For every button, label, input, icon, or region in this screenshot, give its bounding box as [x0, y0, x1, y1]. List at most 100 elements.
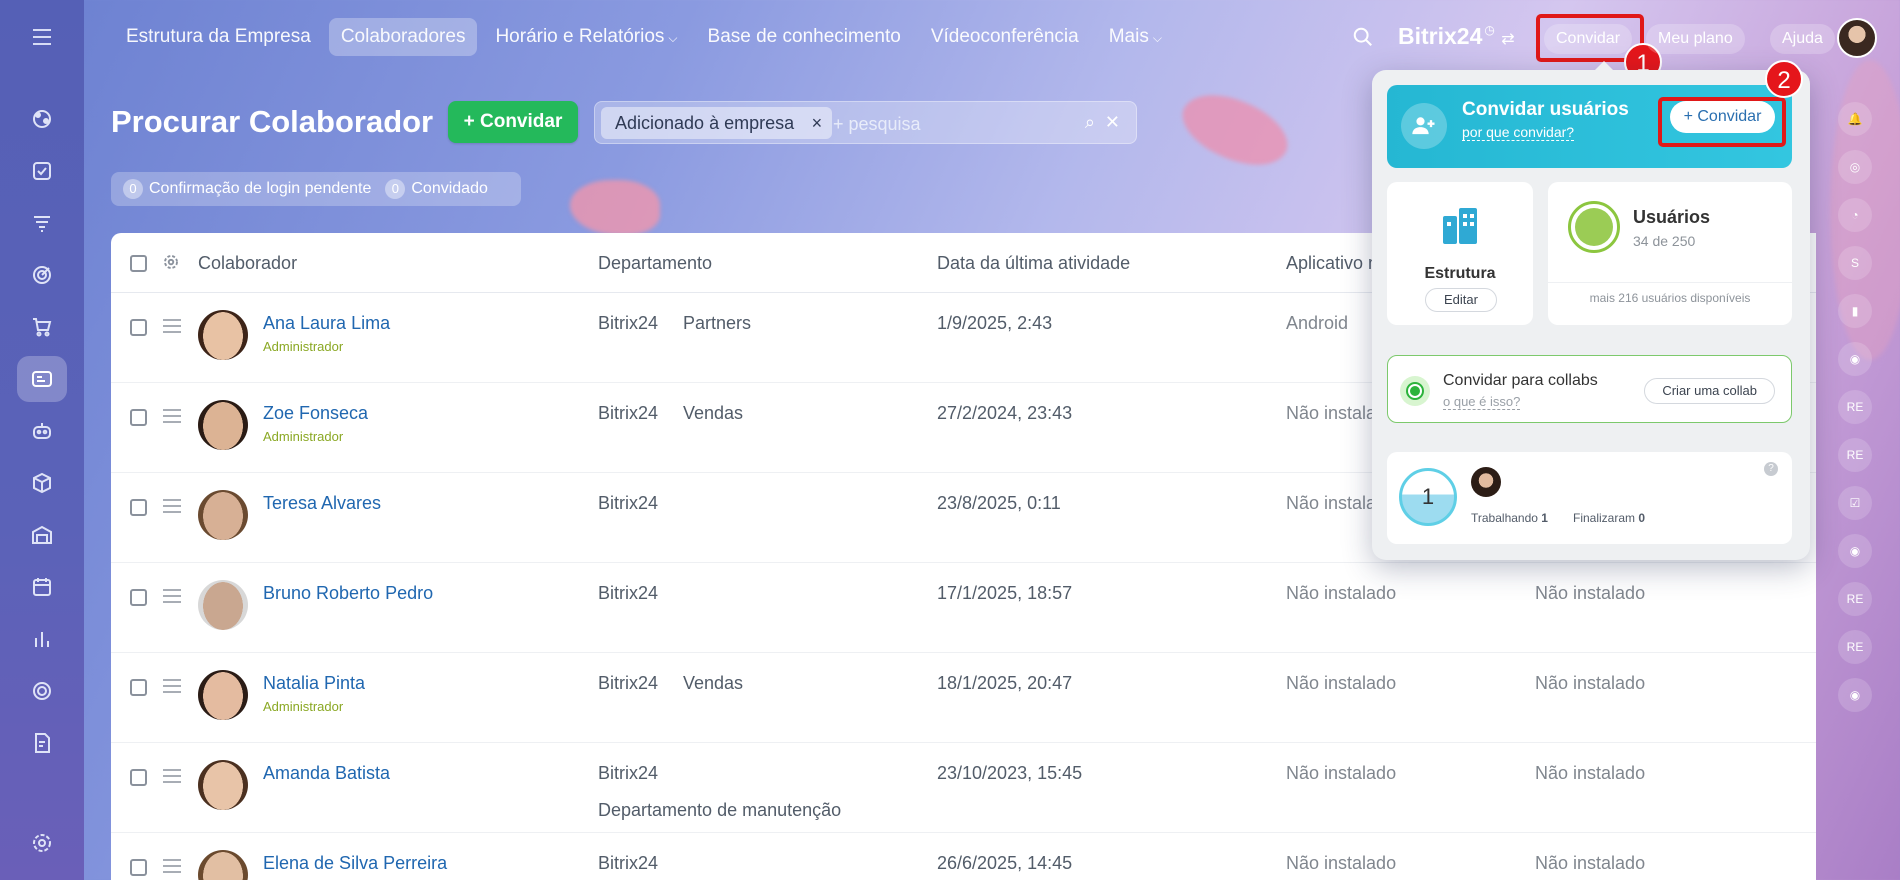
- help-icon[interactable]: ?: [1764, 462, 1778, 476]
- collab-what-link[interactable]: o que é isso?: [1443, 394, 1521, 410]
- header-mobile-app[interactable]: Aplicativo m: [1286, 253, 1383, 274]
- nav-item-4[interactable]: Vídeoconferência: [919, 18, 1091, 56]
- right-bar-item[interactable]: ◉: [1838, 534, 1872, 568]
- header-last-activity[interactable]: Data da última atividade: [937, 253, 1130, 274]
- my-plan-button[interactable]: Meu plano: [1646, 24, 1745, 54]
- employee-name[interactable]: Elena de Silva Perreira: [263, 853, 447, 874]
- row-checkbox[interactable]: [130, 409, 147, 426]
- row-checkbox[interactable]: [130, 499, 147, 516]
- counter-1[interactable]: 0 Convidado: [385, 179, 488, 199]
- search-icon[interactable]: [1352, 26, 1374, 53]
- header-employee[interactable]: Colaborador: [198, 253, 297, 274]
- drag-handle-icon[interactable]: [163, 499, 181, 517]
- tasks-icon[interactable]: [17, 148, 67, 194]
- shop-cart-icon[interactable]: [17, 304, 67, 350]
- table-row[interactable]: Amanda Batista Bitrix24 Departamento de ma…: [111, 743, 1816, 833]
- right-bar-item[interactable]: RE: [1838, 582, 1872, 616]
- row-checkbox[interactable]: [130, 769, 147, 786]
- employee-name[interactable]: Zoe Fonseca: [263, 403, 368, 424]
- structure-card[interactable]: Estrutura Editar: [1387, 182, 1533, 325]
- analytics-icon[interactable]: [17, 616, 67, 662]
- feed-icon[interactable]: [17, 96, 67, 142]
- employee-role: Administrador: [263, 429, 344, 444]
- page-title: Procurar Colaborador: [111, 104, 434, 139]
- row-checkbox[interactable]: [130, 319, 147, 336]
- company-cell: Bitrix24: [598, 313, 659, 333]
- chip-close-icon[interactable]: ×: [812, 107, 823, 139]
- drag-handle-icon[interactable]: [163, 859, 181, 877]
- right-bar-item[interactable]: RE: [1838, 438, 1872, 472]
- nav-item-3[interactable]: Base de conhecimento: [696, 18, 913, 56]
- filter-chip[interactable]: Adicionado à empresa ×: [601, 107, 833, 139]
- settings-gear-icon[interactable]: [17, 820, 67, 866]
- box-icon[interactable]: [17, 460, 67, 506]
- employee-name[interactable]: Bruno Roberto Pedro: [263, 583, 433, 604]
- table-row[interactable]: Elena de Silva Perreira Bitrix24 26/6/2025…: [111, 833, 1816, 880]
- table-row[interactable]: Bruno Roberto Pedro Bitrix24 17/1/2025, 18…: [111, 563, 1816, 653]
- avatar[interactable]: [198, 400, 248, 450]
- avatar[interactable]: [198, 760, 248, 810]
- sites-icon[interactable]: [17, 668, 67, 714]
- avatar[interactable]: [198, 310, 248, 360]
- right-bar-item[interactable]: RE: [1838, 390, 1872, 424]
- row-checkbox[interactable]: [130, 859, 147, 876]
- row-checkbox[interactable]: [130, 679, 147, 696]
- avatar[interactable]: [198, 850, 248, 880]
- warehouse-icon[interactable]: [17, 512, 67, 558]
- clear-icon[interactable]: ✕: [1105, 112, 1120, 133]
- edit-structure-button[interactable]: Editar: [1425, 288, 1497, 312]
- right-bar-item[interactable]: RE: [1838, 630, 1872, 664]
- help-button[interactable]: Ajuda: [1770, 24, 1835, 54]
- nav-item-0[interactable]: Estrutura da Empresa: [114, 18, 323, 56]
- search-icon[interactable]: ⌕: [1085, 112, 1095, 133]
- documents-sign-icon[interactable]: [17, 720, 67, 766]
- drag-handle-icon[interactable]: [163, 679, 181, 697]
- header-department[interactable]: Departamento: [598, 253, 712, 274]
- drag-handle-icon[interactable]: [163, 319, 181, 337]
- employee-name[interactable]: Teresa Alvares: [263, 493, 381, 514]
- employee-name[interactable]: Natalia Pinta: [263, 673, 365, 694]
- menu-icon[interactable]: [22, 22, 62, 52]
- drag-handle-icon[interactable]: [163, 589, 181, 607]
- avatar[interactable]: [198, 490, 248, 540]
- calendar-icon[interactable]: [17, 564, 67, 610]
- table-row[interactable]: Natalia Pinta Administrador Bitrix24 Vendas…: [111, 653, 1816, 743]
- user-avatar[interactable]: [1837, 18, 1877, 58]
- invite-button[interactable]: + Convidar: [448, 101, 578, 143]
- desktop-app-cell: Não instalado: [1535, 853, 1646, 873]
- robot-icon[interactable]: [17, 408, 67, 454]
- employee-name[interactable]: Amanda Batista: [263, 763, 390, 784]
- chat-icon[interactable]: ◔: [1838, 198, 1872, 232]
- nav-item-2[interactable]: Horário e Relatórios ⌵: [483, 18, 689, 56]
- nav-item-1[interactable]: Colaboradores: [328, 18, 478, 56]
- bell-icon[interactable]: 🔔: [1838, 102, 1872, 136]
- radar-icon[interactable]: ◎: [1838, 150, 1872, 184]
- avatar[interactable]: [198, 670, 248, 720]
- mobile-app-cell: Não instalado: [1286, 673, 1397, 693]
- crm-funnel-icon[interactable]: [17, 200, 67, 246]
- search-input[interactable]: + pesquisa: [833, 114, 921, 135]
- drag-handle-icon[interactable]: [163, 409, 181, 427]
- drag-handle-icon[interactable]: [163, 769, 181, 787]
- counters-bar: 0 Confirmação de login pendente 0 Convidado: [111, 172, 521, 206]
- right-bar-item[interactable]: S: [1838, 246, 1872, 280]
- search-filter-bar[interactable]: Adicionado à empresa × + pesquisa ⌕ ✕: [594, 101, 1137, 144]
- row-checkbox[interactable]: [130, 589, 147, 606]
- employee-name[interactable]: Ana Laura Lima: [263, 313, 390, 334]
- select-all-checkbox[interactable]: [130, 255, 147, 272]
- counter-0[interactable]: 0 Confirmação de login pendente: [123, 179, 371, 199]
- nav-item-5[interactable]: Mais ⌵: [1097, 18, 1174, 56]
- right-bar-item[interactable]: ◉: [1838, 678, 1872, 712]
- structure-title: Estrutura: [1424, 265, 1496, 282]
- right-bar-item[interactable]: ◉: [1838, 342, 1872, 376]
- create-collab-button[interactable]: Criar uma collab: [1644, 378, 1775, 404]
- why-invite-link[interactable]: por que convidar?: [1462, 124, 1575, 141]
- invite-users-title: Convidar usuários: [1462, 99, 1629, 120]
- employees-icon[interactable]: [17, 356, 67, 402]
- goals-icon[interactable]: [17, 252, 67, 298]
- bookmark-icon[interactable]: ▮: [1838, 294, 1872, 328]
- columns-gear-icon[interactable]: [162, 253, 180, 276]
- company-cell: Bitrix24: [598, 673, 659, 693]
- avatar[interactable]: [198, 580, 248, 630]
- checklist-icon[interactable]: ☑: [1838, 486, 1872, 520]
